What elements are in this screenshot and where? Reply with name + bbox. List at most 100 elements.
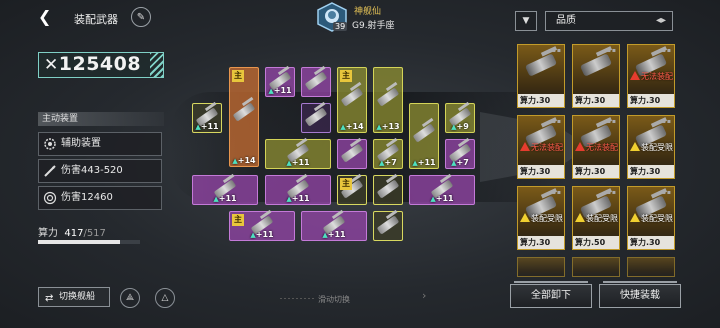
emblem-icon: ⟁ [125, 293, 135, 303]
stat-row-target-damage[interactable]: 伤害12460 [38, 186, 162, 210]
card-capacity: 算力.50 [573, 236, 619, 249]
weapon-slot[interactable] [301, 67, 331, 97]
weapon-icon [579, 53, 613, 77]
slide-hint: 滑动切换 [318, 295, 350, 304]
weapon-slot[interactable]: ▲+7 [373, 139, 403, 169]
edit-icon[interactable]: ✎ [131, 7, 151, 27]
weapon-icon [376, 87, 400, 107]
inventory-card[interactable]: ▪▪ 无法装配 算力.30 [572, 115, 620, 179]
inventory-card[interactable]: ▪▪ 算力.30 [572, 44, 620, 108]
card-capacity: 算力.30 [628, 94, 674, 107]
weapon-slot[interactable]: 主 ▲+11 [229, 211, 295, 241]
card-capacity: 算力.30 [518, 236, 564, 249]
weapon-icon [412, 123, 436, 143]
capacity-current: 417 [64, 228, 84, 239]
weapon-icon [376, 215, 400, 235]
inventory-card[interactable]: ▪▪ 无法装配 算力.30 [517, 115, 565, 179]
weapon-slot[interactable] [373, 211, 403, 241]
weapon-icon [304, 71, 328, 91]
warning-icon [520, 213, 530, 222]
warning-icon [575, 213, 585, 222]
unequip-all-button[interactable]: 全部卸下 [510, 281, 592, 308]
main-weapon-tag: 主 [340, 178, 352, 190]
slide-hint-dashes [280, 298, 314, 299]
inventory-card[interactable]: ▪▪ 装配受限 算力.50 [572, 186, 620, 250]
stat-row-auxiliary[interactable]: 辅助装置 [38, 132, 162, 156]
commander-subtitle: G9.射手座 [352, 21, 395, 31]
slot-level: ▲+11 [268, 86, 292, 95]
main-weapon-tag: 主 [232, 70, 244, 82]
slot-level: ▲+11 [250, 230, 274, 239]
inventory-card[interactable]: ▪▪ 无法装配 算力.30 [627, 44, 675, 108]
switch-ship-label: 切换舰船 [59, 292, 96, 302]
weapon-slot[interactable]: ▲+11 [265, 175, 331, 205]
stat-text: 辅助装置 [61, 138, 101, 149]
fleet-emblem-button[interactable]: ⟁ [120, 288, 140, 308]
stat-text: 伤害443-520 [61, 165, 123, 176]
weapon-slot[interactable]: ▲+11 [265, 67, 295, 97]
equip-warning: 装配受限 [630, 213, 673, 224]
swap-icon: ⇄ [45, 293, 54, 304]
equip-warning: 装配受限 [520, 213, 563, 224]
weapon-slot[interactable] [373, 175, 403, 205]
inventory-card[interactable]: ▪▪ 算力.30 [517, 44, 565, 108]
weapon-slot[interactable]: ▲+9 [445, 103, 475, 133]
weapon-slot[interactable]: ▲+11 [301, 211, 367, 241]
weapon-slot[interactable]: ▲+11 [192, 103, 222, 133]
combat-power-value: ✕125408 [44, 53, 141, 75]
main-weapon-tag: 主 [232, 214, 244, 226]
back-icon[interactable]: ❮ [38, 8, 54, 26]
card-capacity: 算力.30 [518, 94, 564, 107]
slot-level: ▲+11 [430, 194, 454, 203]
weapon-slot[interactable]: 主 ▲+14 [337, 67, 367, 133]
weapon-slot[interactable]: ▲+13 [373, 67, 403, 133]
stat-row-missile-damage[interactable]: 伤害443-520 [38, 159, 162, 183]
card-capacity: 算力.30 [628, 165, 674, 178]
gear-icon [44, 138, 56, 150]
inventory-card[interactable] [517, 257, 565, 277]
slot-level: ▲+7 [451, 158, 469, 167]
inventory-card[interactable]: ▪▪ 装配受限 算力.30 [627, 186, 675, 250]
weapon-slot[interactable]: 主 [337, 175, 367, 205]
slot-level: ▲+7 [379, 158, 397, 167]
capacity-label-text: 算力 [38, 228, 58, 239]
weapon-slot[interactable]: ▲+11 [409, 175, 475, 205]
inventory-card[interactable] [572, 257, 620, 277]
missile-icon [44, 165, 56, 177]
sort-label: 品质 [556, 15, 576, 26]
commander-name: 神舰仙 [354, 7, 382, 17]
inventory-card[interactable]: ▪▪ 装配受限 算力.30 [627, 115, 675, 179]
weapon-icon [232, 102, 256, 122]
warning-icon [630, 213, 640, 222]
formation-button[interactable]: △ [155, 288, 175, 308]
equip-warning: 装配受限 [575, 213, 618, 224]
weapon-icon [524, 53, 558, 77]
sort-toggle-icon: ◂▸ [655, 15, 666, 26]
active-device-label: 主动装置 [38, 112, 164, 126]
capacity-label: 算力 417/517 [38, 224, 106, 239]
weapon-icon [340, 143, 364, 163]
quick-equip-button[interactable]: 快捷装载 [599, 281, 681, 308]
inventory-card[interactable] [627, 257, 675, 277]
weapon-slot[interactable]: ▲+11 [192, 175, 258, 205]
weapon-slot[interactable]: 主 ▲+14 [229, 67, 259, 167]
weapon-slot[interactable] [301, 103, 331, 133]
weapon-icon [376, 179, 400, 199]
weapon-slot[interactable]: ▲+11 [409, 103, 439, 169]
card-capacity: 算力.30 [573, 165, 619, 178]
sort-dropdown[interactable]: 品质 ◂▸ [545, 11, 673, 31]
commander-level: 39 [333, 22, 348, 31]
slot-level: ▲+11 [195, 122, 219, 131]
switch-ship-button[interactable]: ⇄ 切换舰船 [38, 287, 110, 307]
capacity-bar [38, 240, 140, 244]
capacity-bar-fill [38, 240, 121, 244]
equip-warning: 装配受限 [630, 142, 673, 153]
weapon-slot[interactable]: ▲+7 [445, 139, 475, 169]
filter-icon[interactable]: ▼ [515, 11, 537, 31]
weapon-slot[interactable] [337, 139, 367, 169]
weapon-slot[interactable]: ▲+11 [265, 139, 331, 169]
slot-level: ▲+14 [232, 156, 256, 165]
inventory-card[interactable]: ▪▪ 装配受限 算力.30 [517, 186, 565, 250]
page-title: 装配武器 [74, 13, 118, 26]
warning-icon [520, 142, 530, 151]
